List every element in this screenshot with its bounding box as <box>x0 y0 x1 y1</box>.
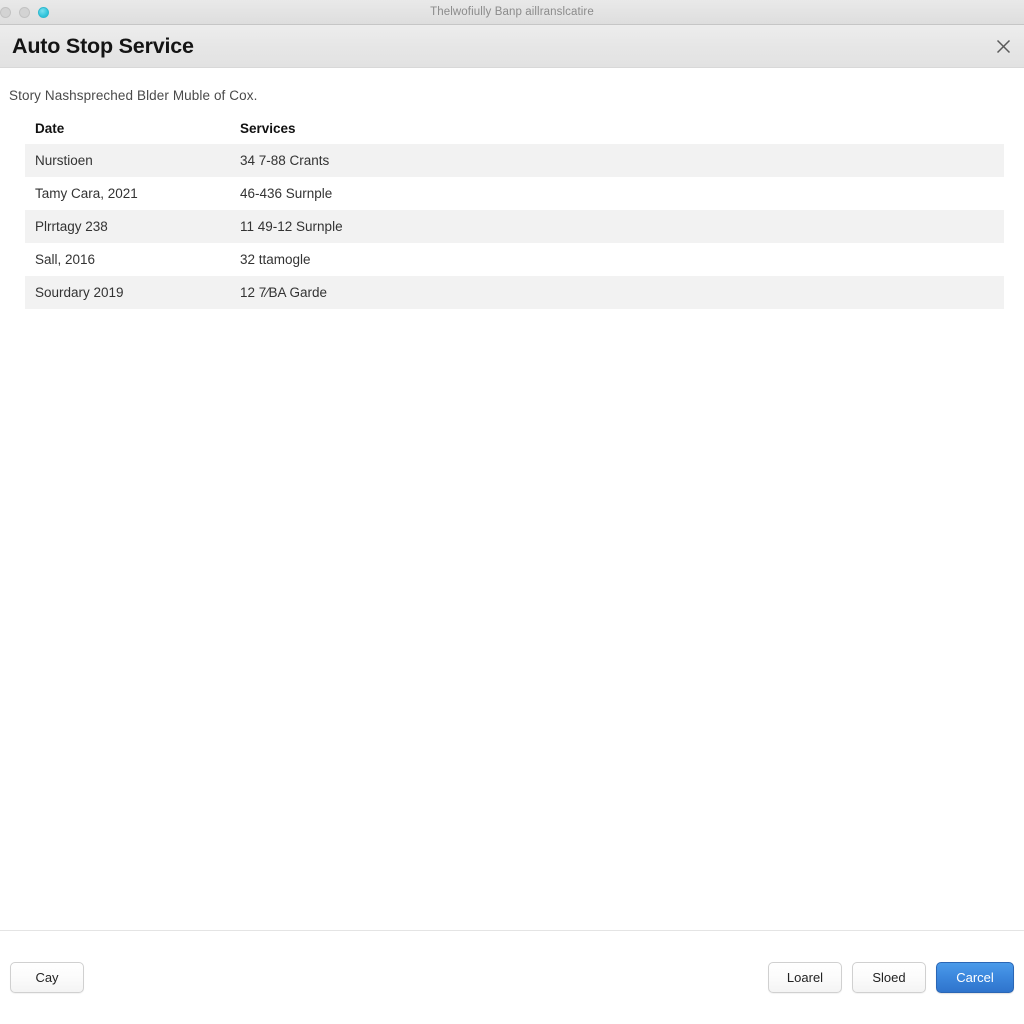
help-button[interactable]: Cay <box>10 962 84 993</box>
cell-date: Sourdary 2019 <box>35 285 124 300</box>
table-row[interactable]: Sall, 2016 32 ttamogle <box>25 243 1004 276</box>
cancel-button[interactable]: Carcel <box>936 962 1014 993</box>
cell-service: 32 ttamogle <box>240 252 311 267</box>
column-header-date: Date <box>35 121 65 136</box>
dialog-window: Thelwofiully Banp aillranslcatire Auto S… <box>0 0 1024 1024</box>
cell-date: Sall, 2016 <box>35 252 96 267</box>
loarel-button[interactable]: Loarel <box>768 962 842 993</box>
table-row[interactable]: Sourdary 2019 12 7⁄BA Garde <box>25 276 1004 309</box>
sloed-button[interactable]: Sloed <box>852 962 926 993</box>
close-icon[interactable] <box>990 33 1016 59</box>
table-row[interactable]: Nurstioen 34 7-88 Crants <box>25 144 1004 177</box>
intro-text: Story Nashspreched Blder Muble of Cox. <box>9 88 258 103</box>
table-row[interactable]: Tamy Cara, 2021 46-436 Surnple <box>25 177 1004 210</box>
cell-service: 11 49-12 Surnple <box>240 219 343 234</box>
table-row[interactable]: Plrrtagy 238 11 49-12 Surnple <box>25 210 1004 243</box>
cell-service: 46-436 Surnple <box>240 186 333 201</box>
cell-date: Plrrtagy 238 <box>35 219 108 234</box>
footer-actions: Loarel Sloed Carcel <box>768 962 1014 993</box>
table-header-row: Date Services <box>25 121 1004 144</box>
column-header-services: Services <box>240 121 296 136</box>
window-titlebar: Thelwofiully Banp aillranslcatire <box>0 0 1024 25</box>
cell-service: 12 7⁄BA Garde <box>240 285 328 300</box>
cell-service: 34 7-88 Crants <box>240 153 330 168</box>
window-title: Thelwofiully Banp aillranslcatire <box>430 6 594 18</box>
cell-date: Nurstioen <box>35 153 93 168</box>
cell-date: Tamy Cara, 2021 <box>35 186 138 201</box>
dialog-footer: Cay Loarel Sloed Carcel <box>0 930 1024 1024</box>
page-title: Auto Stop Service <box>12 33 194 58</box>
dialog-body: Story Nashspreched Blder Muble of Cox. D… <box>0 68 1024 930</box>
dialog-header: Auto Stop Service <box>0 25 1024 68</box>
services-table: Date Services Nurstioen 34 7-88 Crants T… <box>25 121 1004 309</box>
